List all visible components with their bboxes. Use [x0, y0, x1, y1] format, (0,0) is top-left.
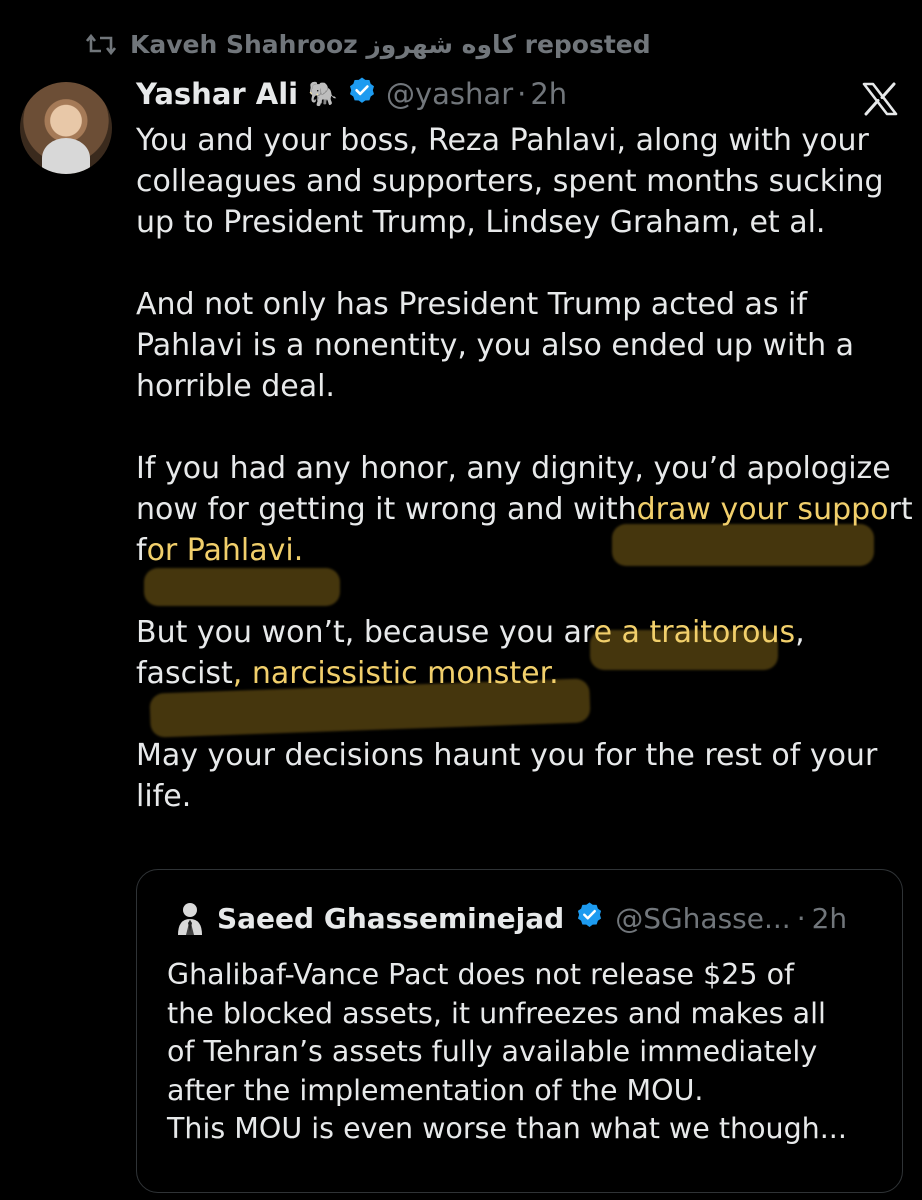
quoted-post-line: after the implementation of the MOU.: [167, 1073, 704, 1107]
post-paragraph: But you won’t, because you are a traitor…: [136, 612, 896, 694]
post-header: Yashar Ali 🐘 @yashar · 2h: [136, 76, 567, 111]
post-text: up to President Trump, Lindsey Graham, e…: [136, 205, 826, 240]
post-text: If you had any honor, any dignity, you’d…: [136, 451, 891, 486]
post-text: life.: [136, 779, 192, 814]
elephant-emoji: 🐘: [308, 79, 338, 108]
post-paragraph: And not only has President Trump acted a…: [136, 284, 896, 407]
quoted-post-time[interactable]: 2h: [812, 902, 848, 935]
post-text: rt: [888, 492, 913, 527]
verified-badge-icon: [576, 901, 603, 935]
post-line: colleagues and supporters, spent months …: [136, 161, 896, 202]
quoted-post-body: Ghalibaf-Vance Pact does not release $25…: [167, 956, 847, 1149]
post-text: You and your boss, Reza Pahlavi, along w…: [136, 123, 869, 158]
post-body: You and your boss, Reza Pahlavi, along w…: [136, 120, 913, 858]
post-text: horrible deal.: [136, 369, 335, 404]
post-line: And not only has President Trump acted a…: [136, 284, 896, 325]
post-line: But you won’t, because you are a traitor…: [136, 612, 896, 653]
repost-icon: [86, 33, 116, 57]
post-line: If you had any honor, any dignity, you’d…: [136, 448, 896, 489]
post-line: fascist, narcissistic monster.: [136, 653, 896, 694]
repost-header[interactable]: Kaveh Shahrooz کاوه شهروز reposted: [86, 30, 651, 59]
post-line: May your decisions haunt you for the res…: [136, 735, 896, 776]
post-time[interactable]: 2h: [530, 77, 567, 111]
separator-dot: ·: [796, 901, 806, 935]
author-handle[interactable]: @yashar: [386, 77, 513, 111]
verified-badge-icon: [348, 76, 376, 111]
quoted-author-avatar[interactable]: [175, 901, 205, 935]
quoted-post-line: This MOU is even worse than what we thou…: [167, 1112, 847, 1145]
post-text: Pahlavi is a nonentity, you also ended u…: [136, 328, 855, 363]
quoted-post-line: Ghalibaf-Vance Pact does not release $25…: [167, 958, 795, 991]
post-text: colleagues and supporters, spent months …: [136, 164, 884, 199]
post-paragraph: You and your boss, Reza Pahlavi, along w…: [136, 120, 896, 243]
post-text: May your decisions haunt you for the res…: [136, 738, 878, 773]
quoted-author-name[interactable]: Saeed Ghasseminejad: [217, 902, 564, 935]
highlighted-text: e a traitorous: [593, 615, 796, 650]
post-line: up to President Trump, Lindsey Graham, e…: [136, 202, 896, 243]
post-text: But you won’t, because you ar: [136, 615, 594, 650]
post-text: ,: [795, 615, 805, 650]
quoted-post-header: Saeed Ghasseminejad @SGhasse... · 2h: [175, 901, 847, 935]
author-name[interactable]: Yashar Ali: [136, 77, 298, 111]
post-text: f: [136, 533, 147, 568]
highlighted-text: or Pahlavi.: [146, 533, 304, 568]
post-paragraph: If you had any honor, any dignity, you’d…: [136, 448, 913, 571]
post-line: now for getting it wrong and withdraw yo…: [136, 489, 913, 530]
post-text: fascist: [136, 656, 233, 691]
quoted-post-card[interactable]: Saeed Ghasseminejad @SGhasse... · 2h Gha…: [136, 869, 903, 1193]
post-line: Pahlavi is a nonentity, you also ended u…: [136, 325, 896, 366]
post-line: for Pahlavi.: [136, 530, 896, 571]
separator-dot: ·: [517, 76, 527, 111]
quoted-post-line: the blocked assets, it unfreezes and mak…: [167, 996, 826, 1030]
highlighted-text: draw your suppo: [636, 492, 889, 527]
highlighted-text: , narcissistic monster.: [232, 656, 559, 691]
repost-text: Kaveh Shahrooz کاوه شهروز reposted: [130, 30, 651, 59]
post-text: And not only has President Trump acted a…: [136, 287, 808, 322]
post-line: horrible deal.: [136, 366, 896, 407]
post-text: now for getting it wrong and with: [136, 492, 637, 527]
post-paragraph: May your decisions haunt you for the res…: [136, 735, 896, 817]
quoted-author-handle[interactable]: @SGhasse...: [615, 902, 790, 935]
avatar[interactable]: [20, 82, 112, 174]
post-line: You and your boss, Reza Pahlavi, along w…: [136, 120, 896, 161]
quoted-post-line: of Tehran’s assets fully available immed…: [167, 1035, 818, 1068]
post-line: life.: [136, 776, 896, 817]
x-logo-icon: [862, 82, 898, 120]
